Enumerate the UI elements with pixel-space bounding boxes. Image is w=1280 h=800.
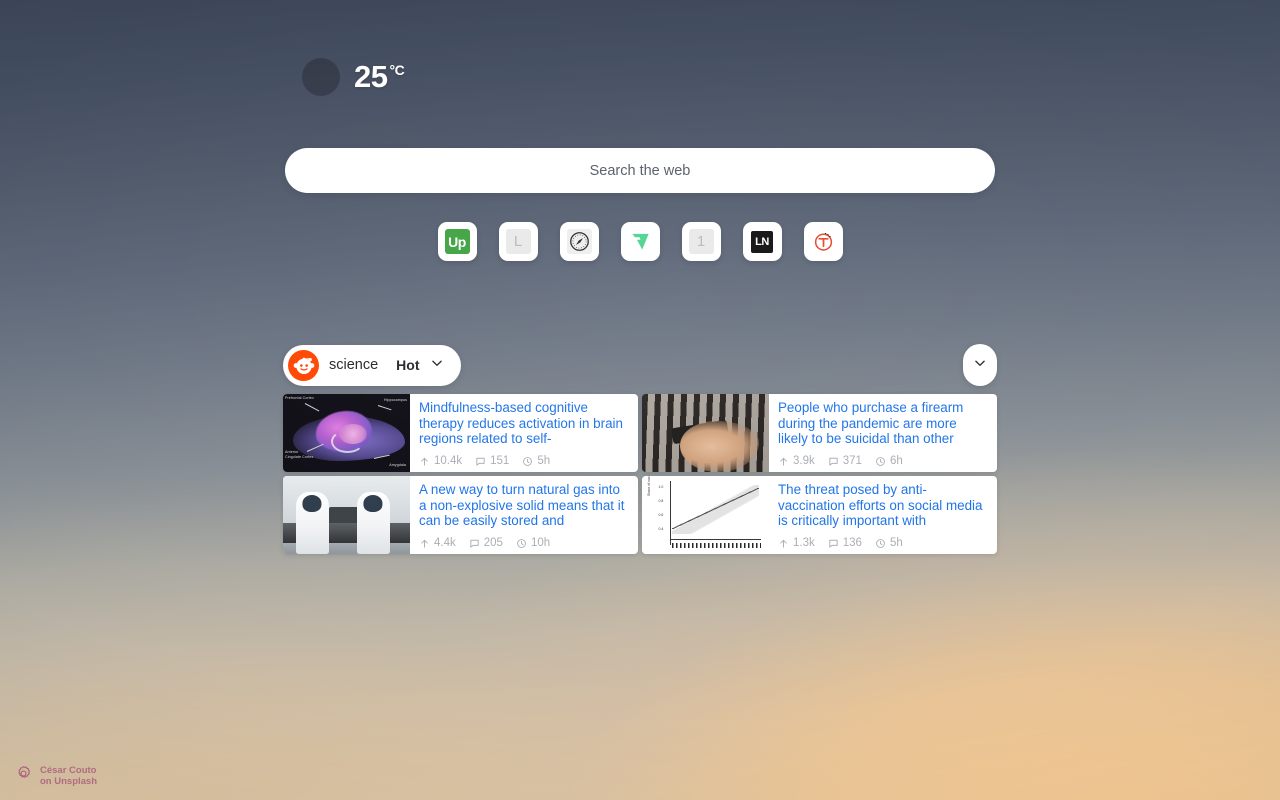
clock-icon	[516, 538, 527, 549]
attribution-author: César Couto	[40, 764, 97, 776]
post-meta: 4.4k 205 10h	[419, 537, 629, 550]
attribution-text: César Couto on Unsplash	[40, 765, 97, 788]
post-thumbnail	[283, 476, 410, 554]
compass-icon	[566, 229, 592, 254]
number-one-icon-label: 1	[696, 233, 706, 250]
post-comments: 136	[828, 537, 862, 549]
upvote-arrow-icon	[419, 538, 430, 549]
post-upvotes: 1.3k	[778, 537, 815, 549]
weather-temperature-unit: °C	[389, 62, 405, 78]
comment-bubble-icon	[475, 456, 486, 467]
post-title[interactable]: People who purchase a firearm during the…	[778, 400, 988, 447]
comment-bubble-icon	[828, 456, 839, 467]
post-comments-count: 136	[842, 537, 862, 549]
clock-icon	[875, 538, 886, 549]
post-upvotes-count: 1.3k	[793, 537, 815, 549]
post-title[interactable]: A new way to turn natural gas into a non…	[419, 482, 629, 529]
shortcut-l[interactable]: L	[498, 222, 538, 261]
post-body: A new way to turn natural gas into a non…	[410, 476, 638, 554]
shortcut-safari[interactable]	[559, 222, 599, 261]
post-thumbnail: Share of vaccine-related 1.0 0.8 0.6 0.4	[642, 476, 769, 554]
letter-l-icon: L	[505, 229, 531, 254]
post-age-value: 10h	[530, 537, 551, 549]
shortcut-flowcv[interactable]	[620, 222, 660, 261]
post-age: 5h	[875, 537, 903, 549]
post-upvotes: 10.4k	[419, 455, 462, 467]
comment-bubble-icon	[469, 538, 480, 549]
search-input[interactable]	[285, 148, 995, 193]
post-age-value: 5h	[889, 537, 903, 549]
subreddit-selector[interactable]: science Hot	[283, 344, 461, 386]
reddit-posts-grid: Prefrontal Cortex Hippocampus Anterior Ci…	[283, 394, 997, 554]
chevron-down-icon	[973, 356, 987, 375]
post-title[interactable]: The threat posed by anti-vaccination eff…	[778, 482, 988, 529]
clock-icon	[875, 456, 886, 467]
expand-widget-button[interactable]	[963, 344, 997, 386]
weather-temperature: 25 °C	[354, 59, 405, 95]
subreddit-name: science	[329, 357, 379, 373]
post-age: 6h	[875, 455, 903, 467]
clock-icon	[522, 456, 533, 467]
post-thumbnail: Prefrontal Cortex Hippocampus Anterior Ci…	[283, 394, 410, 472]
post-body: People who purchase a firearm during the…	[769, 394, 997, 472]
comment-bubble-icon	[828, 538, 839, 549]
post-upvotes: 3.9k	[778, 455, 815, 467]
upwork-icon-label: Up	[448, 233, 466, 250]
post-comments-count: 371	[842, 455, 862, 467]
upvote-arrow-icon	[778, 456, 789, 467]
sort-label: Hot	[396, 357, 420, 373]
letter-l-icon-label: L	[513, 233, 523, 250]
new-tab-page: 25 °C Up L	[0, 0, 1280, 800]
reddit-widget-header: science Hot	[283, 344, 997, 386]
post-comments-count: 151	[490, 455, 510, 467]
shortcuts-row: Up L 1 LN	[0, 222, 1280, 261]
post-age: 5h	[522, 455, 550, 467]
post-age-value: 5h	[537, 455, 551, 467]
shortcut-t[interactable]	[803, 222, 843, 261]
wallpaper-attribution[interactable]: César Couto on Unsplash	[14, 764, 97, 788]
shortcut-ln[interactable]: LN	[742, 222, 782, 261]
attribution-source: on Unsplash	[40, 776, 98, 787]
post-upvotes-count: 3.9k	[793, 455, 815, 467]
t-circle-icon	[811, 229, 836, 254]
post-body: Mindfulness-based cognitive therapy redu…	[410, 394, 638, 472]
post-comments: 371	[828, 455, 862, 467]
post-meta: 10.4k 151 5h	[419, 455, 629, 468]
post-body: The threat posed by anti-vaccination eff…	[769, 476, 997, 554]
table-row[interactable]: People who purchase a firearm during the…	[642, 394, 997, 472]
post-upvotes-count: 10.4k	[434, 455, 463, 467]
ln-logo-icon-label: LN	[755, 235, 769, 248]
shortcut-upwork[interactable]: Up	[437, 222, 477, 261]
weather-condition-icon	[302, 58, 340, 96]
upwork-icon: Up	[444, 229, 470, 254]
post-age-value: 6h	[889, 455, 903, 467]
flowcv-icon	[628, 229, 653, 254]
post-upvotes-count: 4.4k	[434, 537, 456, 549]
table-row[interactable]: Prefrontal Cortex Hippocampus Anterior Ci…	[283, 394, 638, 472]
post-comments-count: 205	[483, 537, 503, 549]
upvote-arrow-icon	[419, 456, 430, 467]
ln-logo-icon: LN	[751, 230, 773, 253]
post-meta: 3.9k 371 6h	[778, 455, 988, 468]
post-title[interactable]: Mindfulness-based cognitive therapy redu…	[419, 400, 629, 447]
post-meta: 1.3k 136 5h	[778, 537, 988, 550]
reddit-icon	[288, 349, 319, 381]
weather-widget[interactable]: 25 °C	[302, 58, 405, 96]
search-bar[interactable]	[285, 148, 995, 193]
reddit-widget: science Hot Prefrontal Cortex Hippocampu…	[283, 344, 997, 554]
post-thumbnail	[642, 394, 769, 472]
weather-temperature-value: 25	[354, 59, 388, 94]
shortcut-one[interactable]: 1	[681, 222, 721, 261]
upvote-arrow-icon	[778, 538, 789, 549]
chevron-down-icon	[430, 356, 444, 375]
post-age: 10h	[516, 537, 550, 549]
post-comments: 151	[475, 455, 509, 467]
post-upvotes: 4.4k	[419, 537, 456, 549]
table-row[interactable]: Share of vaccine-related 1.0 0.8 0.6 0.4…	[642, 476, 997, 554]
post-comments: 205	[469, 537, 503, 549]
table-row[interactable]: A new way to turn natural gas into a non…	[283, 476, 638, 554]
gear-icon[interactable]	[14, 764, 33, 788]
number-one-icon: 1	[688, 229, 714, 254]
